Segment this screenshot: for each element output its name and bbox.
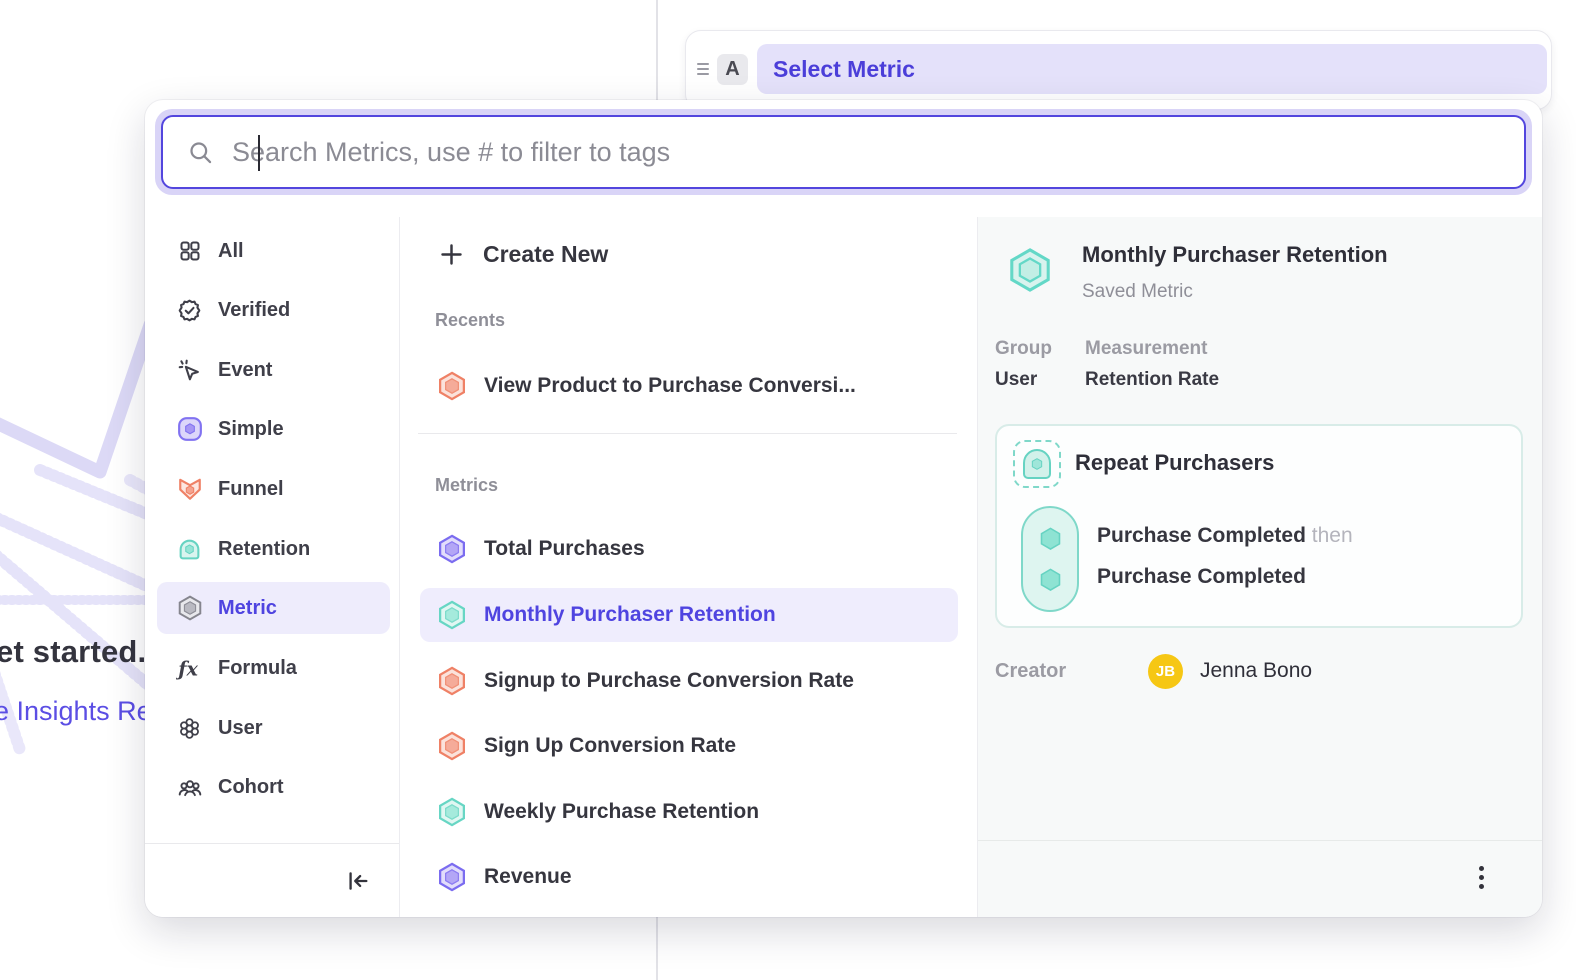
metric-hexagon-icon xyxy=(176,595,203,622)
funnel-metric-hexagon-icon xyxy=(437,371,467,401)
list-item-revenue[interactable]: Revenue xyxy=(420,850,958,904)
sidebar-item-verified[interactable]: Verified xyxy=(157,284,390,336)
creator-name: Jenna Bono xyxy=(1200,659,1312,683)
retention-definition-icon xyxy=(1013,440,1061,488)
event-cursor-icon xyxy=(176,357,203,384)
list-item-weekly-purchase-retention[interactable]: Weekly Purchase Retention xyxy=(420,785,958,839)
retention-metric-hexagon-icon xyxy=(437,797,467,827)
app-root: et started. e Insights Re A Select Metri… xyxy=(0,0,1576,980)
sidebar-item-simple[interactable]: Simple xyxy=(157,403,390,455)
sidebar-item-cohort[interactable]: Cohort xyxy=(157,761,390,813)
plus-icon xyxy=(438,241,465,268)
metric-details-panel: Monthly Purchaser Retention Saved Metric… xyxy=(978,217,1542,917)
select-metric-label: Select Metric xyxy=(773,56,915,83)
series-letter-badge[interactable]: A xyxy=(717,54,748,85)
user-cluster-icon xyxy=(176,715,203,742)
list-divider xyxy=(418,433,957,434)
sidebar-footer xyxy=(145,843,399,917)
definition-step-2: Purchase Completed xyxy=(1097,565,1306,589)
details-subtitle: Saved Metric xyxy=(1082,281,1193,303)
metrics-section-label: Metrics xyxy=(435,475,498,496)
list-item-total-purchases[interactable]: Total Purchases xyxy=(420,522,958,576)
simple-metric-hexagon-icon xyxy=(437,534,467,564)
retention-metric-hexagon-icon-large xyxy=(1007,247,1053,293)
search-input[interactable] xyxy=(232,137,1524,168)
simple-metric-icon xyxy=(176,416,203,443)
cohort-people-icon xyxy=(176,774,203,801)
simple-metric-hexagon-icon xyxy=(437,862,467,892)
funnel-metric-hexagon-icon xyxy=(437,666,467,696)
search-icon xyxy=(187,139,214,166)
sidebar-item-user[interactable]: User xyxy=(157,702,390,754)
retention-metric-hexagon-icon xyxy=(437,600,467,630)
definition-name: Repeat Purchasers xyxy=(1075,450,1274,476)
select-metric-button[interactable]: Select Metric xyxy=(757,44,1547,94)
list-item-monthly-purchaser-retention[interactable]: Monthly Purchaser Retention xyxy=(420,588,958,642)
list-item-signup-conversion[interactable]: Sign Up Conversion Rate xyxy=(420,719,958,773)
background-insights-link[interactable]: e Insights Re xyxy=(0,696,152,727)
funnel-icon xyxy=(176,476,203,503)
grid-icon xyxy=(176,238,203,265)
metric-row-card: A Select Metric xyxy=(685,30,1552,110)
metric-list-panel: Create New Recents View Product to Purch… xyxy=(400,217,978,917)
svg-text:ƒx: ƒx xyxy=(176,657,198,680)
step-hexagon-icon xyxy=(1037,566,1064,593)
step-connector: then xyxy=(1312,524,1353,547)
creator-avatar: JB xyxy=(1148,654,1183,689)
sidebar-item-retention[interactable]: Retention xyxy=(157,523,390,575)
search-field[interactable] xyxy=(161,115,1526,189)
measurement-label: Measurement xyxy=(1085,338,1208,360)
verified-badge-icon xyxy=(176,297,203,324)
group-label: Group xyxy=(995,338,1052,360)
definition-step-1: Purchase Completed then xyxy=(1097,524,1353,548)
search-focus-ring xyxy=(155,109,1532,195)
sidebar-item-all[interactable]: All xyxy=(157,225,390,277)
measurement-value: Retention Rate xyxy=(1085,369,1219,391)
sidebar-item-formula[interactable]: ƒx Formula xyxy=(157,642,390,694)
filter-sidebar: All Verified xyxy=(145,217,400,917)
sidebar-item-funnel[interactable]: Funnel xyxy=(157,463,390,515)
text-caret xyxy=(258,135,260,171)
more-options-button[interactable] xyxy=(1466,862,1496,892)
create-new-button[interactable]: Create New xyxy=(438,234,608,274)
formula-icon: ƒx xyxy=(176,655,203,682)
details-footer-divider xyxy=(978,840,1542,841)
creator-label: Creator xyxy=(995,660,1066,683)
details-title: Monthly Purchaser Retention xyxy=(1082,242,1388,268)
sidebar-item-metric[interactable]: Metric xyxy=(157,582,390,634)
retention-steps-capsule xyxy=(1021,506,1079,612)
background-partial-heading: et started. xyxy=(0,634,146,670)
collapse-sidebar-button[interactable] xyxy=(343,867,371,895)
metric-definition-card: Repeat Purchasers Purchase Completed the… xyxy=(995,424,1523,628)
drag-handle-icon[interactable] xyxy=(694,63,712,75)
recents-section-label: Recents xyxy=(435,310,505,331)
sidebar-item-event[interactable]: Event xyxy=(157,344,390,396)
step-hexagon-icon xyxy=(1037,525,1064,552)
list-item-signup-to-purchase[interactable]: Signup to Purchase Conversion Rate xyxy=(420,654,958,708)
metric-picker-modal: All Verified xyxy=(145,100,1542,917)
group-value: User xyxy=(995,369,1037,391)
funnel-metric-hexagon-icon xyxy=(437,731,467,761)
retention-arch-icon xyxy=(176,536,203,563)
recent-item[interactable]: View Product to Purchase Conversi... xyxy=(420,359,958,413)
